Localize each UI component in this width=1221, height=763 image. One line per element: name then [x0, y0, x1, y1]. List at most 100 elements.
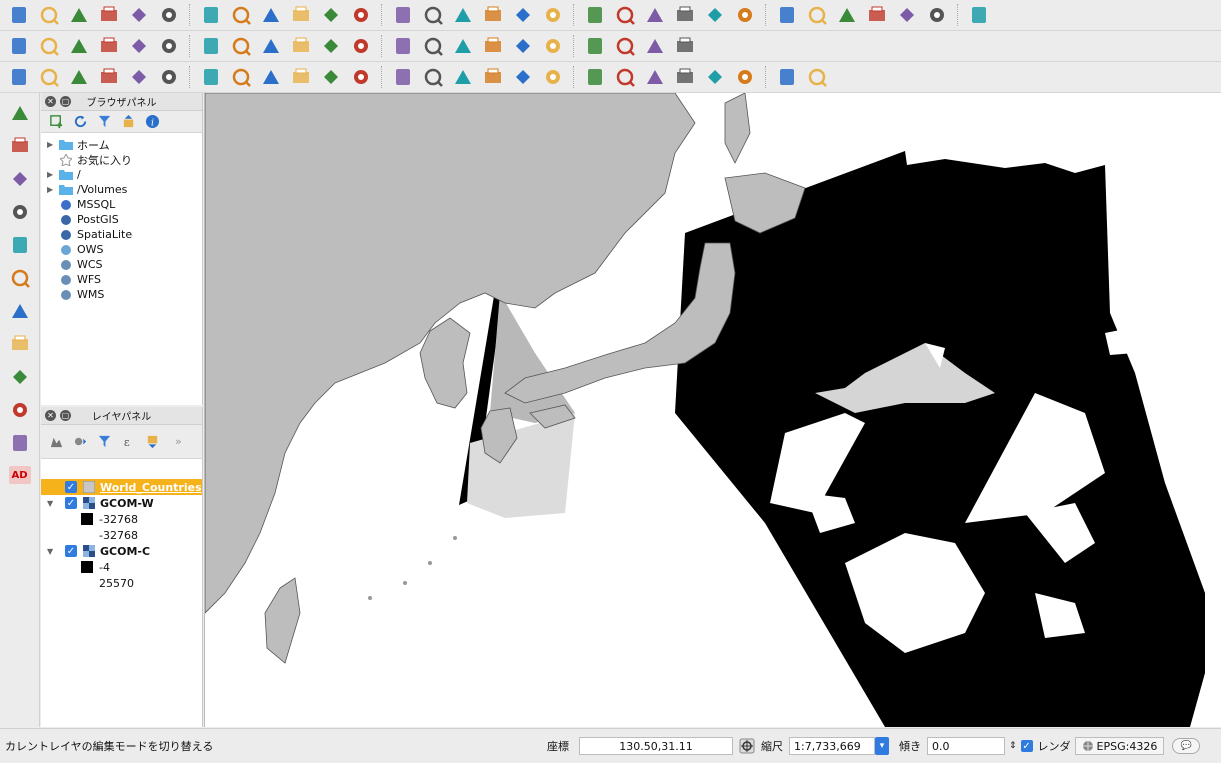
- identify-icon[interactable]: [540, 2, 566, 28]
- statistics-icon[interactable]: [732, 2, 758, 28]
- collapse-arrow-icon[interactable]: ▼: [47, 547, 59, 556]
- new-bookmark-icon[interactable]: [894, 2, 920, 28]
- add-vector-layer-icon[interactable]: [5, 99, 35, 127]
- add-selected-layers-icon[interactable]: [47, 113, 65, 131]
- delete-ring-icon[interactable]: [288, 64, 314, 90]
- fill-ring-icon[interactable]: [258, 64, 284, 90]
- intersect-icon[interactable]: [774, 64, 800, 90]
- merge-attributes-icon[interactable]: [510, 64, 536, 90]
- redo-icon[interactable]: [66, 64, 92, 90]
- expand-all-icon[interactable]: [143, 433, 161, 451]
- add-spatialite-layer-icon[interactable]: [5, 198, 35, 226]
- refresh-icon[interactable]: [71, 113, 89, 131]
- add-line-icon[interactable]: [732, 64, 758, 90]
- split-features-icon[interactable]: [420, 64, 446, 90]
- attribute-table-icon[interactable]: [702, 2, 728, 28]
- pan-to-selection-icon[interactable]: [228, 2, 254, 28]
- python-icon[interactable]: [612, 33, 638, 59]
- expression-icon[interactable]: [642, 33, 668, 59]
- grid-icon[interactable]: [804, 64, 830, 90]
- ad-plugin-icon[interactable]: AD: [8, 466, 31, 484]
- measure-icon[interactable]: [804, 2, 830, 28]
- vertex-tool-icon[interactable]: [642, 64, 668, 90]
- modify-attributes-icon[interactable]: [198, 33, 224, 59]
- select-features-icon[interactable]: [612, 2, 638, 28]
- new-print-layout-icon[interactable]: [126, 2, 152, 28]
- settings-gear-icon[interactable]: [582, 2, 608, 28]
- close-icon[interactable]: ✕: [45, 96, 56, 107]
- scale-field[interactable]: 1:7,733,669: [789, 737, 875, 755]
- collapse-arrow-icon[interactable]: ▼: [47, 499, 59, 508]
- save-as-icon[interactable]: [96, 2, 122, 28]
- label-change-icon[interactable]: [510, 33, 536, 59]
- messages-icon[interactable]: 💬: [1172, 738, 1201, 754]
- style-manager-icon[interactable]: [47, 433, 65, 451]
- snapping-icon[interactable]: [582, 64, 608, 90]
- layout-manager-icon[interactable]: [156, 2, 182, 28]
- topology-icon[interactable]: [672, 64, 698, 90]
- add-mssql-layer-icon[interactable]: [5, 231, 35, 259]
- reshape-icon[interactable]: [348, 64, 374, 90]
- browser-item[interactable]: ▶ ホーム: [41, 137, 202, 152]
- add-virtual-layer-icon[interactable]: [5, 396, 35, 424]
- add-ring-icon[interactable]: [198, 64, 224, 90]
- rotate-feature-icon[interactable]: [126, 64, 152, 90]
- add-wms-layer-icon[interactable]: [5, 264, 35, 292]
- info-icon[interactable]: i: [143, 113, 161, 131]
- pan-icon[interactable]: [198, 2, 224, 28]
- expand-arrow-icon[interactable]: ▶: [47, 170, 59, 179]
- digitize-icon[interactable]: [6, 64, 32, 90]
- label-show-hide-icon[interactable]: [420, 33, 446, 59]
- current-edits-icon[interactable]: [6, 33, 32, 59]
- tracing-icon[interactable]: [612, 64, 638, 90]
- zoom-next-icon[interactable]: [480, 2, 506, 28]
- rotate-point-symbols-icon[interactable]: [540, 64, 566, 90]
- select-by-expression-icon[interactable]: [642, 2, 668, 28]
- redo-alt-icon[interactable]: [96, 64, 122, 90]
- copy-features-icon[interactable]: [288, 33, 314, 59]
- paste-features-icon[interactable]: [318, 33, 344, 59]
- annotation-icon[interactable]: [864, 2, 890, 28]
- layer-row[interactable]: ▼ ✓ GCOM-C: [41, 543, 202, 559]
- zoom-to-layer-icon[interactable]: [420, 2, 446, 28]
- filter-icon[interactable]: [95, 113, 113, 131]
- save-edits-icon[interactable]: [66, 33, 92, 59]
- browser-item[interactable]: ▶ /: [41, 167, 202, 182]
- undo-icon[interactable]: [36, 64, 62, 90]
- refresh-icon[interactable]: [510, 2, 536, 28]
- move-feature-icon[interactable]: [156, 33, 182, 59]
- add-wcs-layer-icon[interactable]: [5, 297, 35, 325]
- filter-legend-icon[interactable]: [95, 433, 113, 451]
- help-icon[interactable]: [966, 2, 992, 28]
- save-project-icon[interactable]: [66, 2, 92, 28]
- browser-item[interactable]: お気に入り: [41, 152, 202, 167]
- layer-visibility-checkbox[interactable]: ✓: [65, 481, 77, 493]
- new-project-icon[interactable]: [6, 2, 32, 28]
- label-move-icon[interactable]: [450, 33, 476, 59]
- label-abc-icon[interactable]: [348, 33, 374, 59]
- zoom-native-icon[interactable]: [318, 2, 344, 28]
- zoom-to-selection-icon[interactable]: [390, 2, 416, 28]
- map-tips-icon[interactable]: [834, 2, 860, 28]
- expand-arrow-icon[interactable]: ▶: [47, 140, 59, 149]
- qr-icon[interactable]: [672, 33, 698, 59]
- csw-icon[interactable]: [582, 33, 608, 59]
- add-group-icon[interactable]: [71, 433, 89, 451]
- zoom-full-icon[interactable]: [348, 2, 374, 28]
- text-annotation-icon[interactable]: [924, 2, 950, 28]
- split-parts-icon[interactable]: [450, 64, 476, 90]
- toggle-editing-icon[interactable]: [36, 33, 62, 59]
- float-icon[interactable]: ▢: [60, 410, 71, 421]
- label-rotate-icon[interactable]: [480, 33, 506, 59]
- add-point-icon[interactable]: [702, 64, 728, 90]
- crs-button[interactable]: EPSG:4326: [1074, 737, 1165, 755]
- browser-item[interactable]: MSSQL: [41, 197, 202, 212]
- browser-item[interactable]: WFS: [41, 272, 202, 287]
- coordinate-field[interactable]: 130.50,31.11: [579, 737, 733, 755]
- rotation-field[interactable]: 0.0: [927, 737, 1005, 755]
- layer-row[interactable]: ✓ World_Countries: [41, 479, 202, 495]
- new-shapefile-icon[interactable]: [5, 429, 35, 457]
- browser-item[interactable]: WMS: [41, 287, 202, 302]
- delete-part-icon[interactable]: [318, 64, 344, 90]
- filter-expression-icon[interactable]: ε: [119, 433, 137, 451]
